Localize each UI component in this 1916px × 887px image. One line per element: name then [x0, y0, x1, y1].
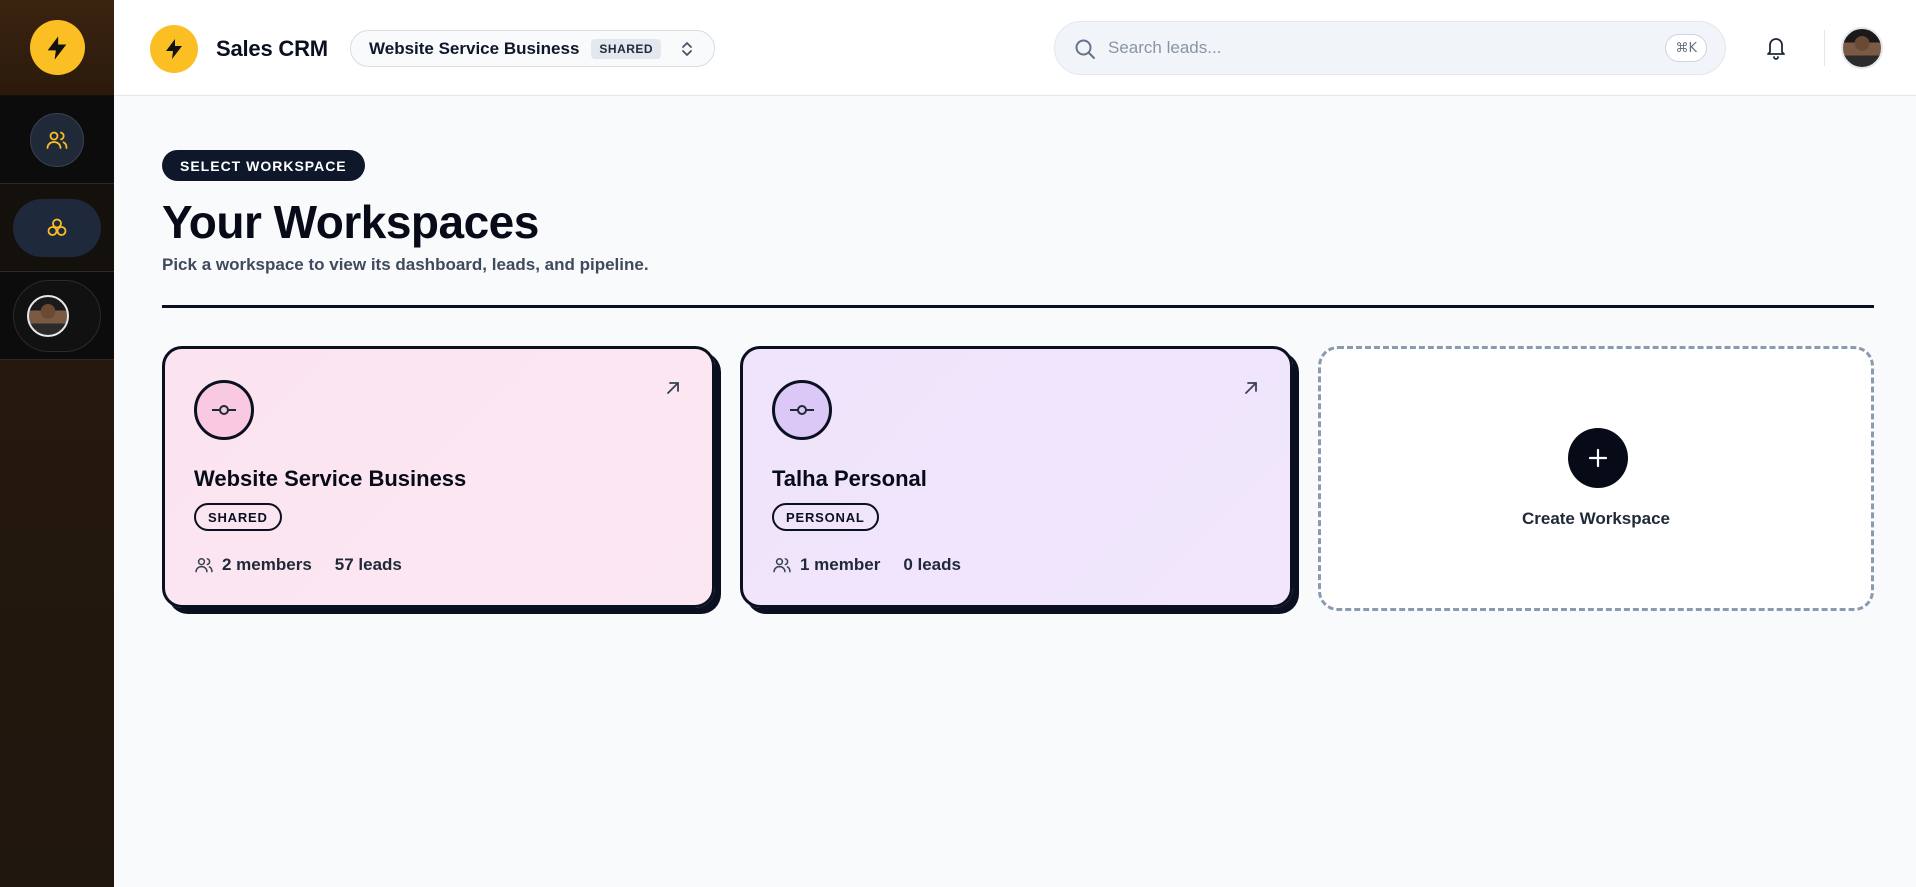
search-icon [1075, 39, 1095, 59]
workspace-name: Website Service Business [194, 466, 467, 491]
top-header: Sales CRM Website Service Business SHARE… [114, 0, 1916, 96]
bell-icon[interactable] [1764, 34, 1788, 60]
workspace-type-badge: PERSONAL [772, 503, 879, 531]
arrow-up-right-icon [667, 382, 679, 394]
arrow-up-right-icon [1245, 382, 1257, 394]
workspace-card[interactable]: Website Service Business SHARED 2 member… [162, 346, 715, 608]
create-workspace-button[interactable] [1568, 428, 1628, 488]
rail-profile-button[interactable] [13, 279, 101, 352]
current-workspace-name: Website Service Business [369, 38, 580, 58]
brand-logo[interactable] [150, 25, 198, 73]
create-workspace-label: Create Workspace [1521, 509, 1671, 528]
rail-logo-area [0, 0, 114, 96]
lightning-icon [166, 39, 182, 59]
header-divider [1824, 30, 1825, 66]
users-icon [773, 558, 791, 573]
commit-icon [772, 380, 832, 440]
lightning-icon [47, 35, 67, 60]
workspace-stats: 1 member 0 leads [772, 555, 961, 575]
workspace-stats: 2 members 57 leads [194, 555, 402, 575]
page-subtitle: Pick a workspace to view its dashboard, … [162, 255, 649, 274]
user-avatar[interactable] [1841, 27, 1883, 69]
chevron-up-down-icon [682, 42, 692, 56]
users-icon [46, 131, 68, 149]
left-rail [0, 0, 114, 887]
rail-workspaces-button[interactable] [13, 198, 101, 257]
search-shortcut-badge: ⌘K [1665, 34, 1707, 62]
member-count: 1 member [800, 555, 881, 574]
avatar [27, 294, 69, 337]
commit-icon [194, 380, 254, 440]
users-icon [195, 558, 213, 573]
app-name: Sales CRM [216, 36, 328, 61]
search-bar: ⌘K [1054, 21, 1726, 75]
section-divider [162, 305, 1874, 308]
workspace-card[interactable]: Talha Personal PERSONAL 1 member 0 leads [740, 346, 1293, 608]
rail-users-button[interactable] [30, 112, 84, 167]
member-count: 2 members [222, 555, 312, 574]
lead-count: 57 leads [334, 555, 402, 574]
workspace-switcher[interactable]: Website Service Business SHARED [350, 30, 715, 67]
app-logo[interactable] [29, 20, 85, 75]
create-workspace-card[interactable]: Create Workspace [1318, 346, 1874, 611]
search-input[interactable] [1108, 35, 1628, 61]
plus-icon [1588, 448, 1608, 468]
page-title: Your Workspaces [162, 196, 539, 248]
workspaces-icon [47, 218, 67, 236]
lead-count: 0 leads [903, 555, 961, 574]
workspace-name: Talha Personal [772, 466, 927, 491]
rail-item-leads [0, 96, 114, 184]
eyebrow-badge: SELECT WORKSPACE [162, 150, 365, 181]
workspace-type-badge: SHARED [194, 503, 282, 531]
rail-item-workspaces [0, 184, 114, 272]
rail-item-profile [0, 272, 114, 360]
workspace-type-badge: SHARED [591, 38, 662, 59]
workspaces-page: SELECT WORKSPACE Your Workspaces Pick a … [114, 97, 1916, 887]
